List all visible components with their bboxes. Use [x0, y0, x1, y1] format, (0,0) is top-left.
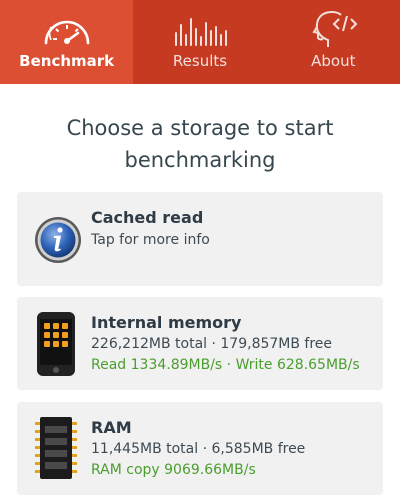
- card-storage-info: 226,212MB total · 179,857MB free: [91, 336, 333, 352]
- card-ram[interactable]: RAM 11,445MB total · 6,585MB free RAM co…: [17, 402, 383, 495]
- tab-about[interactable]: About: [267, 0, 400, 84]
- card-cached-read[interactable]: Cached read Tap for more info: [17, 192, 383, 286]
- card-title: Internal memory: [91, 313, 242, 332]
- card-title: RAM: [91, 418, 132, 437]
- phone-icon: [36, 311, 76, 381]
- card-speed-result: Read 1334.89MB/s · Write 628.65MB/s: [91, 357, 360, 373]
- head-code-icon: [303, 10, 363, 50]
- tab-results[interactable]: Results: [133, 0, 266, 84]
- ram-chip-icon: [35, 416, 77, 484]
- tab-results-label: Results: [172, 52, 228, 70]
- speedometer-icon: [37, 10, 97, 50]
- tab-about-label: About: [311, 52, 356, 70]
- page-heading: Choose a storage to start benchmarking: [0, 112, 400, 176]
- heading-text: Choose a storage to start benchmarking: [66, 116, 334, 172]
- tab-benchmark[interactable]: Benchmark: [0, 0, 134, 84]
- card-storage-info: 11,445MB total · 6,585MB free: [91, 441, 306, 457]
- info-icon: [34, 216, 82, 268]
- tab-bar: Benchmark Results About: [0, 0, 400, 84]
- tab-benchmark-label: Benchmark: [19, 52, 115, 70]
- bar-chart-icon: [170, 10, 230, 50]
- card-speed-result: RAM copy 9069.66MB/s: [91, 462, 256, 478]
- card-title: Cached read: [91, 208, 204, 227]
- card-subtitle: Tap for more info: [91, 232, 210, 248]
- card-internal-memory[interactable]: Internal memory 226,212MB total · 179,85…: [17, 297, 383, 390]
